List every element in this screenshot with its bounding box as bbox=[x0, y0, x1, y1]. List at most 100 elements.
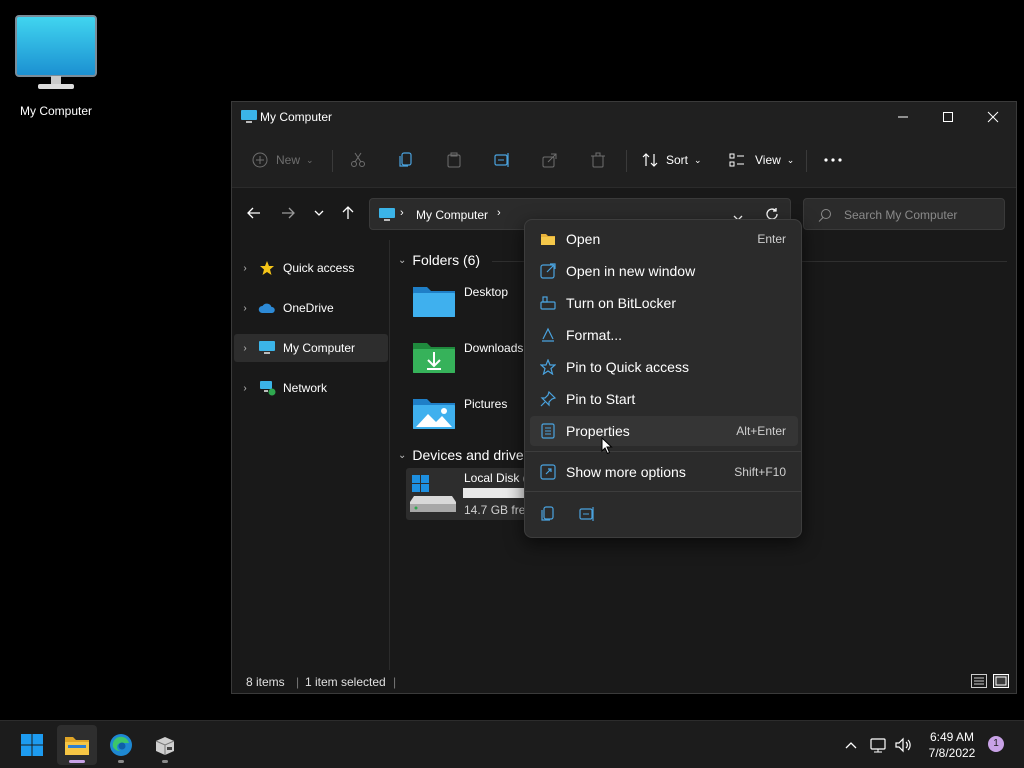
start-button[interactable] bbox=[12, 725, 52, 765]
format-icon bbox=[530, 327, 566, 343]
view-button[interactable]: View ⌄ bbox=[729, 132, 794, 188]
menu-item-label: Open in new window bbox=[566, 263, 696, 279]
chevron-right-icon[interactable]: › bbox=[234, 343, 256, 354]
section-header-folders[interactable]: ⌄ Folders (6) bbox=[398, 252, 480, 268]
section-title: Folders (6) bbox=[412, 252, 481, 268]
hard-drive-icon bbox=[410, 475, 456, 512]
menu-item-shortcut: Alt+Enter bbox=[736, 424, 786, 438]
trash-icon bbox=[591, 152, 605, 168]
menu-item-shortcut: Shift+F10 bbox=[734, 465, 786, 479]
chevron-right-icon[interactable]: › bbox=[234, 263, 256, 274]
paste-icon bbox=[447, 152, 461, 168]
divider: | bbox=[393, 675, 397, 689]
menu-item-label: Open bbox=[566, 231, 601, 247]
chevron-right-icon[interactable]: › bbox=[497, 207, 501, 219]
rename-icon bbox=[579, 507, 594, 521]
windows-logo-icon bbox=[21, 734, 43, 756]
rename-button[interactable] bbox=[494, 132, 512, 188]
drive-name: Local Disk ( bbox=[464, 471, 527, 485]
network-status-button[interactable] bbox=[868, 721, 890, 768]
cut-button[interactable] bbox=[350, 132, 366, 188]
sidebar-item-network[interactable]: › Network bbox=[234, 374, 388, 402]
folder-pictures-icon bbox=[413, 399, 455, 429]
arrow-up-icon bbox=[342, 206, 354, 219]
chevron-down-icon: ⌄ bbox=[306, 154, 314, 165]
menu-item-label: Show more options bbox=[566, 464, 686, 480]
menu-item-label: Pin to Quick access bbox=[566, 359, 689, 375]
menu-separator bbox=[525, 491, 801, 492]
menu-item-open-new-window[interactable]: Open in new window bbox=[530, 256, 798, 286]
network-wired-icon bbox=[870, 738, 886, 753]
taskbar: 6:49 AM 7/8/2022 bbox=[0, 720, 1024, 768]
scissors-icon bbox=[351, 152, 365, 167]
sidebar-item-quick-access[interactable]: › Quick access bbox=[234, 254, 388, 282]
menu-item-pin-quick-access[interactable]: Pin to Quick access bbox=[530, 352, 798, 382]
selection-count: 1 item selected bbox=[305, 675, 386, 689]
folder-item-desktop[interactable]: Desktop bbox=[412, 282, 542, 322]
volume-button[interactable] bbox=[892, 721, 914, 768]
divider bbox=[806, 150, 807, 172]
mouse-cursor-icon bbox=[601, 436, 613, 458]
section-title: Devices and drives bbox=[412, 447, 531, 463]
menu-item-properties[interactable]: Properties Alt+Enter bbox=[530, 416, 798, 446]
desktop-icon-my-computer[interactable]: My Computer bbox=[10, 14, 102, 118]
menu-item-label: Format... bbox=[566, 327, 623, 343]
folder-item-downloads[interactable]: Downloads bbox=[412, 338, 542, 378]
tiles-view-button[interactable] bbox=[993, 674, 1009, 691]
rename-icon bbox=[494, 153, 509, 167]
menu-item-bitlocker[interactable]: Turn on BitLocker bbox=[530, 288, 798, 318]
copy-button[interactable] bbox=[398, 132, 414, 188]
minimize-button[interactable] bbox=[880, 102, 926, 132]
chevron-down-icon: ⌄ bbox=[398, 254, 407, 266]
menu-item-open[interactable]: Open Enter bbox=[530, 224, 798, 254]
maximize-button[interactable] bbox=[925, 102, 971, 132]
share-button[interactable] bbox=[542, 132, 558, 188]
menu-separator bbox=[525, 451, 801, 452]
new-label: New bbox=[276, 153, 301, 167]
details-view-icon bbox=[971, 674, 987, 688]
details-view-button[interactable] bbox=[971, 674, 987, 691]
recent-locations-button[interactable] bbox=[304, 200, 334, 226]
search-input[interactable]: Search My Computer bbox=[803, 198, 1005, 230]
delete-button[interactable] bbox=[590, 132, 606, 188]
menu-item-shortcut: Enter bbox=[757, 232, 786, 246]
up-button[interactable] bbox=[333, 200, 363, 226]
menu-item-pin-to-start[interactable]: Pin to Start bbox=[530, 384, 798, 414]
cloud-icon bbox=[256, 302, 278, 314]
title-bar[interactable]: My Computer bbox=[232, 102, 1016, 132]
back-button[interactable] bbox=[239, 200, 269, 226]
menu-rename-button[interactable] bbox=[573, 500, 603, 528]
more-button[interactable] bbox=[824, 132, 842, 188]
sidebar-item-onedrive[interactable]: › OneDrive bbox=[234, 294, 388, 322]
clock[interactable]: 6:49 AM 7/8/2022 bbox=[918, 729, 986, 761]
paste-button[interactable] bbox=[446, 132, 462, 188]
menu-item-format[interactable]: Format... bbox=[530, 320, 798, 350]
sort-button[interactable]: Sort ⌄ bbox=[642, 132, 702, 188]
breadcrumb-my-computer[interactable]: My Computer bbox=[416, 208, 488, 222]
network-icon bbox=[256, 380, 278, 396]
menu-copy-button[interactable] bbox=[533, 500, 563, 528]
chevron-down-icon bbox=[314, 210, 324, 216]
taskbar-file-explorer[interactable] bbox=[57, 725, 97, 765]
running-indicator bbox=[162, 760, 168, 763]
show-hidden-icons-button[interactable] bbox=[840, 721, 862, 768]
maximize-icon bbox=[943, 112, 953, 122]
taskbar-edge[interactable] bbox=[101, 725, 141, 765]
folder-name: Downloads bbox=[464, 341, 524, 355]
chevron-right-icon[interactable]: › bbox=[234, 383, 256, 394]
forward-button[interactable] bbox=[273, 200, 303, 226]
section-header-devices[interactable]: ⌄ Devices and drives bbox=[398, 447, 531, 463]
new-button[interactable]: New ⌄ bbox=[252, 132, 314, 188]
notification-badge[interactable]: 1 bbox=[988, 736, 1004, 752]
sidebar-item-my-computer[interactable]: › My Computer bbox=[234, 334, 388, 362]
taskbar-app[interactable] bbox=[145, 725, 185, 765]
close-icon bbox=[987, 111, 999, 123]
chevron-right-icon[interactable]: › bbox=[234, 303, 256, 314]
folder-item-pictures[interactable]: Pictures bbox=[412, 394, 542, 434]
menu-item-label: Turn on BitLocker bbox=[566, 295, 676, 311]
folder-desktop-icon bbox=[413, 287, 455, 317]
star-outline-icon bbox=[530, 359, 566, 375]
view-icon bbox=[729, 153, 744, 167]
menu-item-show-more-options[interactable]: Show more options Shift+F10 bbox=[530, 457, 798, 487]
close-button[interactable] bbox=[970, 102, 1016, 132]
